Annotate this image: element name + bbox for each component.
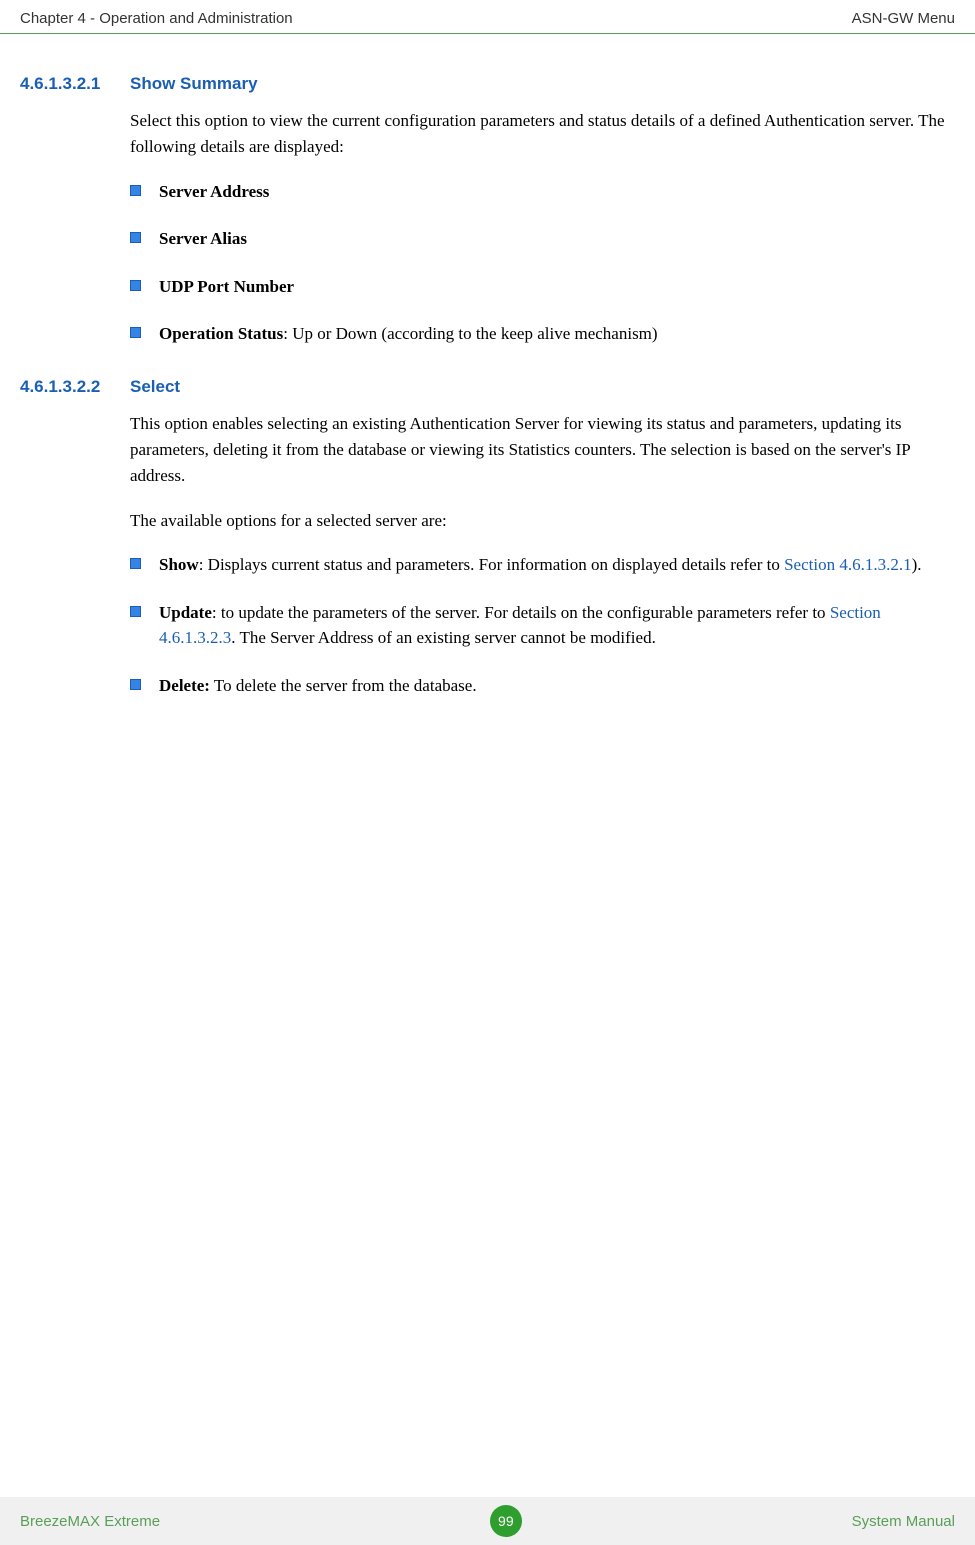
section-heading-2: 4.6.1.3.2.2 Select bbox=[20, 377, 955, 397]
section-title: Show Summary bbox=[130, 74, 258, 94]
page-footer: BreezeMAX Extreme 99 System Manual bbox=[0, 1497, 975, 1545]
bullet-text: Server Alias bbox=[159, 226, 955, 252]
bullet-icon bbox=[130, 327, 141, 338]
bullet-icon bbox=[130, 606, 141, 617]
page-number-badge: 99 bbox=[490, 1505, 522, 1537]
bullet-list-2: Show: Displays current status and parame… bbox=[130, 552, 955, 698]
bullet-icon bbox=[130, 679, 141, 690]
bullet-text: Delete: To delete the server from the da… bbox=[159, 673, 955, 699]
bullet-text: Operation Status: Up or Down (according … bbox=[159, 321, 955, 347]
bullet-text: Server Address bbox=[159, 179, 955, 205]
section-intro: Select this option to view the current c… bbox=[130, 108, 955, 161]
header-menu: ASN-GW Menu bbox=[852, 10, 955, 27]
list-item: Delete: To delete the server from the da… bbox=[130, 673, 955, 699]
footer-product: BreezeMAX Extreme bbox=[20, 1513, 160, 1530]
bullet-text: UDP Port Number bbox=[159, 274, 955, 300]
section-intro-2: The available options for a selected ser… bbox=[130, 508, 955, 534]
bullet-icon bbox=[130, 185, 141, 196]
section-heading-1: 4.6.1.3.2.1 Show Summary bbox=[20, 74, 955, 94]
bullet-list-1: Server Address Server Alias UDP Port Num… bbox=[130, 179, 955, 347]
section-link[interactable]: Section 4.6.1.3.2.1 bbox=[784, 555, 912, 574]
bullet-text: Show: Displays current status and parame… bbox=[159, 552, 955, 578]
page-header: Chapter 4 - Operation and Administration… bbox=[0, 0, 975, 34]
section-number: 4.6.1.3.2.1 bbox=[20, 74, 130, 94]
list-item: Show: Displays current status and parame… bbox=[130, 552, 955, 578]
bullet-icon bbox=[130, 280, 141, 291]
page-content: 4.6.1.3.2.1 Show Summary Select this opt… bbox=[0, 34, 975, 698]
list-item: Server Address bbox=[130, 179, 955, 205]
list-item: Server Alias bbox=[130, 226, 955, 252]
list-item: UDP Port Number bbox=[130, 274, 955, 300]
bullet-icon bbox=[130, 232, 141, 243]
section-title: Select bbox=[130, 377, 180, 397]
bullet-icon bbox=[130, 558, 141, 569]
section-intro: This option enables selecting an existin… bbox=[130, 411, 955, 490]
list-item: Update: to update the parameters of the … bbox=[130, 600, 955, 651]
list-item: Operation Status: Up or Down (according … bbox=[130, 321, 955, 347]
bullet-text: Update: to update the parameters of the … bbox=[159, 600, 955, 651]
footer-manual: System Manual bbox=[852, 1513, 955, 1530]
header-chapter: Chapter 4 - Operation and Administration bbox=[20, 10, 293, 27]
section-number: 4.6.1.3.2.2 bbox=[20, 377, 130, 397]
